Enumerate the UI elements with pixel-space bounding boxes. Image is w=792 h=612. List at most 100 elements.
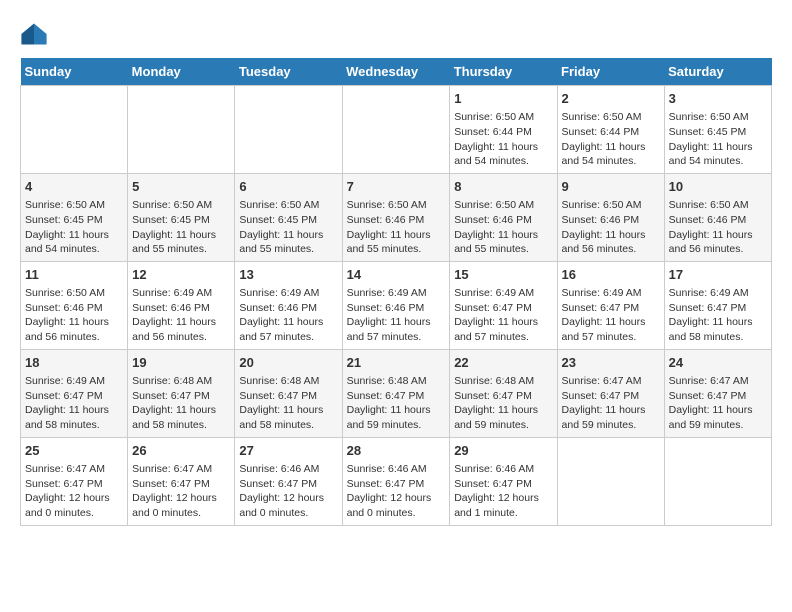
calendar-cell: 2 Sunrise: 6:50 AM Sunset: 6:44 PM Daylig… bbox=[557, 86, 664, 174]
calendar-cell: 22 Sunrise: 6:48 AM Sunset: 6:47 PM Dayli… bbox=[450, 349, 557, 437]
day-of-week-header: Tuesday bbox=[235, 58, 342, 86]
calendar-cell: 18 Sunrise: 6:49 AM Sunset: 6:47 PM Dayli… bbox=[21, 349, 128, 437]
day-number: 5 bbox=[132, 178, 230, 196]
calendar-cell bbox=[21, 86, 128, 174]
calendar-cell bbox=[128, 86, 235, 174]
day-info: Sunrise: 6:50 AM Sunset: 6:45 PM Dayligh… bbox=[239, 198, 337, 257]
day-info: Sunrise: 6:50 AM Sunset: 6:46 PM Dayligh… bbox=[669, 198, 767, 257]
page-header bbox=[20, 20, 772, 48]
calendar-cell: 10 Sunrise: 6:50 AM Sunset: 6:46 PM Dayli… bbox=[664, 173, 771, 261]
calendar-week-row: 25 Sunrise: 6:47 AM Sunset: 6:47 PM Dayli… bbox=[21, 437, 772, 525]
day-number: 27 bbox=[239, 442, 337, 460]
calendar-cell: 4 Sunrise: 6:50 AM Sunset: 6:45 PM Daylig… bbox=[21, 173, 128, 261]
day-number: 24 bbox=[669, 354, 767, 372]
calendar-cell: 28Sunrise: 6:46 AM Sunset: 6:47 PM Dayli… bbox=[342, 437, 450, 525]
day-number: 2 bbox=[562, 90, 660, 108]
day-number: 29 bbox=[454, 442, 552, 460]
day-number: 9 bbox=[562, 178, 660, 196]
day-number: 11 bbox=[25, 266, 123, 284]
calendar-cell: 7 Sunrise: 6:50 AM Sunset: 6:46 PM Daylig… bbox=[342, 173, 450, 261]
day-info: Sunrise: 6:49 AM Sunset: 6:47 PM Dayligh… bbox=[562, 286, 660, 345]
calendar-week-row: 1 Sunrise: 6:50 AM Sunset: 6:44 PM Daylig… bbox=[21, 86, 772, 174]
calendar-cell bbox=[342, 86, 450, 174]
calendar-cell: 6 Sunrise: 6:50 AM Sunset: 6:45 PM Daylig… bbox=[235, 173, 342, 261]
calendar-table: SundayMondayTuesdayWednesdayThursdayFrid… bbox=[20, 58, 772, 526]
calendar-week-row: 4 Sunrise: 6:50 AM Sunset: 6:45 PM Daylig… bbox=[21, 173, 772, 261]
day-number: 17 bbox=[669, 266, 767, 284]
day-info: Sunrise: 6:48 AM Sunset: 6:47 PM Dayligh… bbox=[239, 374, 337, 433]
logo-icon bbox=[20, 20, 48, 48]
calendar-cell: 21 Sunrise: 6:48 AM Sunset: 6:47 PM Dayli… bbox=[342, 349, 450, 437]
day-number: 10 bbox=[669, 178, 767, 196]
day-number: 4 bbox=[25, 178, 123, 196]
day-info: Sunrise: 6:50 AM Sunset: 6:46 PM Dayligh… bbox=[562, 198, 660, 257]
day-number: 26 bbox=[132, 442, 230, 460]
day-number: 21 bbox=[347, 354, 446, 372]
calendar-cell: 1Sunrise: 6:50 AM Sunset: 6:44 PM Daylig… bbox=[450, 86, 557, 174]
day-number: 23 bbox=[562, 354, 660, 372]
day-info: Sunrise: 6:48 AM Sunset: 6:47 PM Dayligh… bbox=[132, 374, 230, 433]
day-number: 18 bbox=[25, 354, 123, 372]
day-number: 12 bbox=[132, 266, 230, 284]
day-info: Sunrise: 6:48 AM Sunset: 6:47 PM Dayligh… bbox=[347, 374, 446, 433]
calendar-cell: 15 Sunrise: 6:49 AM Sunset: 6:47 PM Dayli… bbox=[450, 261, 557, 349]
day-info: Sunrise: 6:47 AM Sunset: 6:47 PM Dayligh… bbox=[132, 462, 230, 521]
day-info: Sunrise: 6:47 AM Sunset: 6:47 PM Dayligh… bbox=[669, 374, 767, 433]
day-number: 20 bbox=[239, 354, 337, 372]
day-number: 1 bbox=[454, 90, 552, 108]
day-number: 22 bbox=[454, 354, 552, 372]
calendar-cell: 26 Sunrise: 6:47 AM Sunset: 6:47 PM Dayli… bbox=[128, 437, 235, 525]
day-number: 7 bbox=[347, 178, 446, 196]
day-number: 8 bbox=[454, 178, 552, 196]
day-info: Sunrise: 6:50 AM Sunset: 6:44 PM Dayligh… bbox=[562, 110, 660, 169]
day-of-week-header: Friday bbox=[557, 58, 664, 86]
day-info: Sunrise: 6:49 AM Sunset: 6:46 PM Dayligh… bbox=[347, 286, 446, 345]
calendar-week-row: 11 Sunrise: 6:50 AM Sunset: 6:46 PM Dayli… bbox=[21, 261, 772, 349]
calendar-cell: 20 Sunrise: 6:48 AM Sunset: 6:47 PM Dayli… bbox=[235, 349, 342, 437]
calendar-cell: 11 Sunrise: 6:50 AM Sunset: 6:46 PM Dayli… bbox=[21, 261, 128, 349]
day-info: Sunrise: 6:47 AM Sunset: 6:47 PM Dayligh… bbox=[25, 462, 123, 521]
calendar-cell: 23 Sunrise: 6:47 AM Sunset: 6:47 PM Dayli… bbox=[557, 349, 664, 437]
logo bbox=[20, 20, 52, 48]
day-info: Sunrise: 6:50 AM Sunset: 6:45 PM Dayligh… bbox=[669, 110, 767, 169]
calendar-header-row: SundayMondayTuesdayWednesdayThursdayFrid… bbox=[21, 58, 772, 86]
calendar-cell: 3 Sunrise: 6:50 AM Sunset: 6:45 PM Daylig… bbox=[664, 86, 771, 174]
day-of-week-header: Saturday bbox=[664, 58, 771, 86]
calendar-cell: 16 Sunrise: 6:49 AM Sunset: 6:47 PM Dayli… bbox=[557, 261, 664, 349]
day-info: Sunrise: 6:50 AM Sunset: 6:45 PM Dayligh… bbox=[132, 198, 230, 257]
calendar-cell: 13 Sunrise: 6:49 AM Sunset: 6:46 PM Dayli… bbox=[235, 261, 342, 349]
calendar-cell bbox=[235, 86, 342, 174]
day-info: Sunrise: 6:49 AM Sunset: 6:46 PM Dayligh… bbox=[239, 286, 337, 345]
day-number: 13 bbox=[239, 266, 337, 284]
day-info: Sunrise: 6:50 AM Sunset: 6:45 PM Dayligh… bbox=[25, 198, 123, 257]
day-info: Sunrise: 6:46 AM Sunset: 6:47 PM Dayligh… bbox=[239, 462, 337, 521]
day-of-week-header: Thursday bbox=[450, 58, 557, 86]
day-number: 16 bbox=[562, 266, 660, 284]
day-number: 6 bbox=[239, 178, 337, 196]
calendar-cell: 14 Sunrise: 6:49 AM Sunset: 6:46 PM Dayli… bbox=[342, 261, 450, 349]
day-info: Sunrise: 6:50 AM Sunset: 6:46 PM Dayligh… bbox=[347, 198, 446, 257]
day-number: 19 bbox=[132, 354, 230, 372]
day-number: 3 bbox=[669, 90, 767, 108]
day-info: Sunrise: 6:47 AM Sunset: 6:47 PM Dayligh… bbox=[562, 374, 660, 433]
day-number: 28 bbox=[347, 442, 446, 460]
calendar-cell: 19 Sunrise: 6:48 AM Sunset: 6:47 PM Dayli… bbox=[128, 349, 235, 437]
day-info: Sunrise: 6:49 AM Sunset: 6:47 PM Dayligh… bbox=[454, 286, 552, 345]
calendar-cell bbox=[664, 437, 771, 525]
calendar-cell: 17 Sunrise: 6:49 AM Sunset: 6:47 PM Dayli… bbox=[664, 261, 771, 349]
day-number: 14 bbox=[347, 266, 446, 284]
calendar-cell: 29Sunrise: 6:46 AM Sunset: 6:47 PM Dayli… bbox=[450, 437, 557, 525]
day-number: 25 bbox=[25, 442, 123, 460]
day-info: Sunrise: 6:50 AM Sunset: 6:46 PM Dayligh… bbox=[454, 198, 552, 257]
day-info: Sunrise: 6:49 AM Sunset: 6:47 PM Dayligh… bbox=[25, 374, 123, 433]
day-of-week-header: Wednesday bbox=[342, 58, 450, 86]
day-info: Sunrise: 6:48 AM Sunset: 6:47 PM Dayligh… bbox=[454, 374, 552, 433]
calendar-cell: 24 Sunrise: 6:47 AM Sunset: 6:47 PM Dayli… bbox=[664, 349, 771, 437]
calendar-cell: 25 Sunrise: 6:47 AM Sunset: 6:47 PM Dayli… bbox=[21, 437, 128, 525]
calendar-cell: 27 Sunrise: 6:46 AM Sunset: 6:47 PM Dayli… bbox=[235, 437, 342, 525]
day-info: Sunrise: 6:50 AM Sunset: 6:46 PM Dayligh… bbox=[25, 286, 123, 345]
day-info: Sunrise: 6:49 AM Sunset: 6:46 PM Dayligh… bbox=[132, 286, 230, 345]
day-info: Sunrise: 6:49 AM Sunset: 6:47 PM Dayligh… bbox=[669, 286, 767, 345]
day-number: 15 bbox=[454, 266, 552, 284]
calendar-cell bbox=[557, 437, 664, 525]
